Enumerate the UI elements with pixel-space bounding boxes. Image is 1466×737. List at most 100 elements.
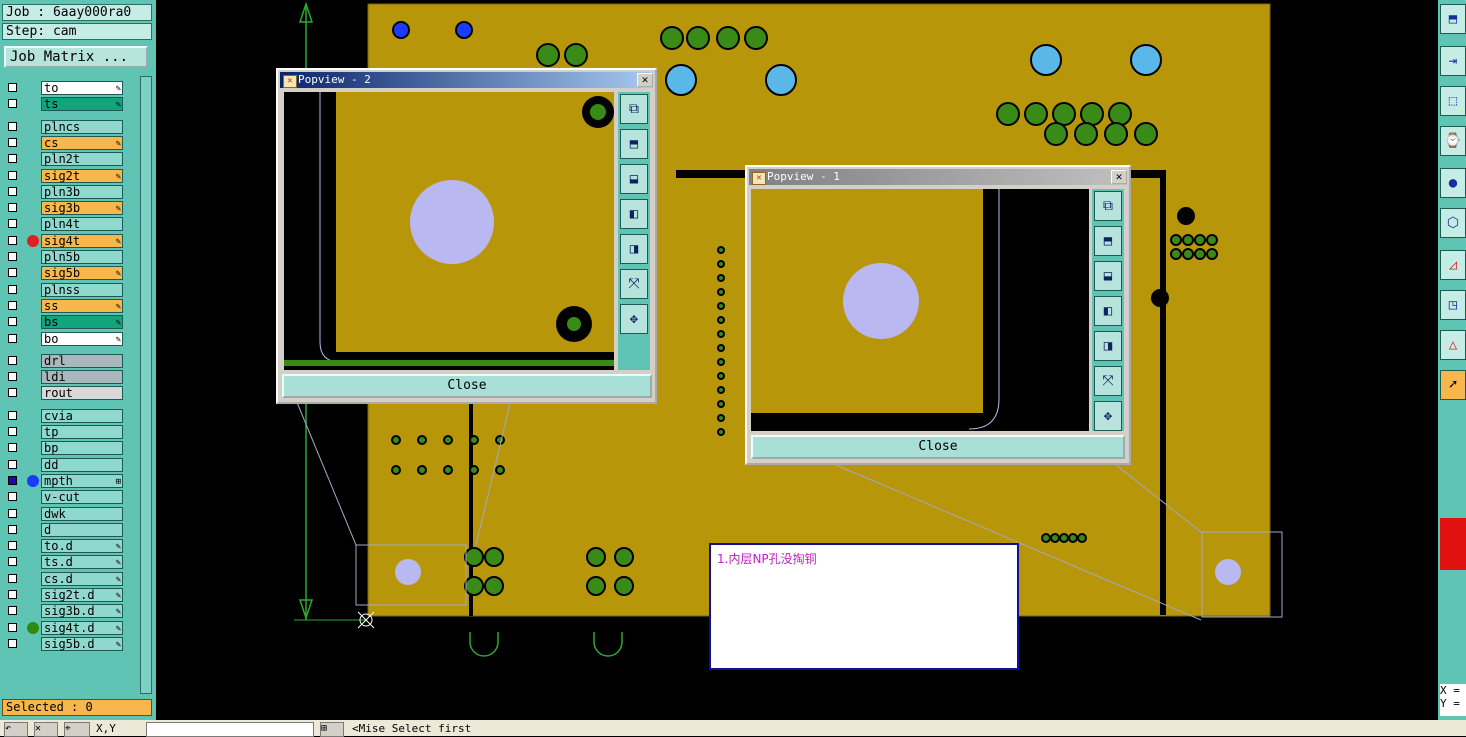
- pan-left-icon[interactable]: ◧: [1094, 296, 1122, 326]
- layer-checkbox[interactable]: [8, 99, 17, 109]
- layer-checkbox[interactable]: [8, 317, 17, 327]
- zoom-window-icon[interactable]: ⧉: [620, 94, 648, 124]
- layer-row-ldi[interactable]: ldi: [3, 369, 140, 385]
- resize-icon[interactable]: ⬚: [1440, 86, 1466, 116]
- layer-row-pln3b[interactable]: pln3b: [3, 184, 140, 200]
- measure-icon[interactable]: ⌚: [1440, 126, 1466, 156]
- undo-icon[interactable]: ↶: [4, 722, 28, 737]
- layer-name[interactable]: sig3b ✎: [41, 201, 123, 216]
- layer-name[interactable]: d: [41, 522, 123, 537]
- layer-row-cs[interactable]: cs ✎: [3, 135, 140, 151]
- layer-row-pln5b[interactable]: pln5b: [3, 249, 140, 265]
- layer-name[interactable]: ts.d ✎: [41, 555, 123, 570]
- pan-up-icon[interactable]: ⬒: [620, 129, 648, 159]
- layer-checkbox[interactable]: [8, 137, 17, 147]
- layer-checkbox[interactable]: [8, 252, 17, 261]
- layer-row-plncs[interactable]: plncs: [3, 119, 140, 135]
- layer-checkbox[interactable]: [8, 508, 17, 518]
- layer-checkbox[interactable]: [8, 186, 17, 196]
- close-icon[interactable]: ✕: [1111, 170, 1127, 184]
- layer-name[interactable]: dd: [41, 457, 123, 472]
- layer-checkbox[interactable]: [8, 388, 17, 398]
- select-arrow-icon[interactable]: ➚: [1440, 370, 1466, 400]
- layer-row-dd[interactable]: dd: [3, 457, 140, 473]
- cancel-icon[interactable]: ✕: [34, 722, 58, 737]
- layer-checkbox[interactable]: [8, 492, 17, 502]
- popview-1-close-button[interactable]: Close: [751, 435, 1125, 459]
- component-icon[interactable]: ◳: [1440, 290, 1466, 320]
- zoom-out-icon[interactable]: ✥: [620, 304, 648, 334]
- layer-checkbox[interactable]: [8, 235, 17, 245]
- layer-name[interactable]: drl: [41, 353, 123, 368]
- pan-right-icon[interactable]: ◨: [620, 234, 648, 264]
- popview-1-viewport[interactable]: [751, 189, 1089, 431]
- layer-name[interactable]: pln5b: [41, 250, 123, 264]
- layer-checkbox[interactable]: [8, 573, 17, 583]
- layer-row-dwk[interactable]: dwk: [3, 506, 140, 522]
- popview-2-titlebar[interactable]: ✕ Popview - 2: [280, 72, 653, 88]
- layer-checkbox[interactable]: [8, 219, 17, 229]
- layer-checkbox[interactable]: [8, 121, 17, 131]
- layer-name[interactable]: pln4t: [41, 217, 123, 232]
- pan-right-icon[interactable]: ◨: [1094, 331, 1122, 361]
- layer-name[interactable]: bo ✎: [41, 331, 123, 346]
- layer-checkbox[interactable]: [8, 410, 17, 420]
- layer-row-tp[interactable]: tp: [3, 424, 140, 440]
- layer-name[interactable]: sig3b.d ✎: [41, 604, 123, 619]
- layer-checkbox[interactable]: [8, 524, 17, 534]
- layer-row-sig2t[interactable]: sig2t ✎: [3, 168, 140, 184]
- layer-row-drl[interactable]: drl: [3, 353, 140, 369]
- window-icon[interactable]: ⬒: [1440, 4, 1466, 34]
- pan-down-icon[interactable]: ⬓: [620, 164, 648, 194]
- popview-2-viewport[interactable]: [284, 92, 614, 370]
- pad-icon[interactable]: ●: [1440, 168, 1466, 198]
- pan-up-icon[interactable]: ⬒: [1094, 226, 1122, 256]
- layer-name[interactable]: pln3b: [41, 184, 123, 199]
- layer-checkbox[interactable]: [8, 427, 17, 436]
- zoom-in-icon[interactable]: ⤧: [620, 269, 648, 299]
- layer-checkbox[interactable]: [8, 170, 17, 180]
- zoom-out-icon[interactable]: ✥: [1094, 401, 1122, 431]
- layer-name[interactable]: plncs: [41, 119, 123, 134]
- layer-checkbox[interactable]: [8, 541, 17, 551]
- zoom-window-icon[interactable]: ⧉: [1094, 191, 1122, 221]
- layer-name[interactable]: bp: [41, 441, 123, 456]
- popview-1-titlebar[interactable]: ✕ Popview - 1: [749, 169, 1127, 185]
- layer-name[interactable]: to ✎: [41, 81, 123, 95]
- triangle-icon[interactable]: △: [1440, 330, 1466, 360]
- layer-checkbox[interactable]: [8, 300, 17, 310]
- layer-row-sig5b.d[interactable]: sig5b.d ✎: [3, 636, 140, 652]
- layer-checkbox[interactable]: [8, 638, 17, 648]
- zoom-in-icon[interactable]: ⤧: [1094, 366, 1122, 396]
- layer-checkbox[interactable]: [8, 333, 17, 343]
- popview-2-close-button[interactable]: Close: [282, 374, 652, 398]
- layer-name[interactable]: rout: [41, 386, 123, 401]
- layer-name[interactable]: sig5b ✎: [41, 266, 123, 281]
- layer-row-sig4t.d[interactable]: sig4t.d ✎: [3, 620, 140, 636]
- layer-checkbox[interactable]: [8, 355, 17, 365]
- layer-list-scrollbar[interactable]: [140, 76, 152, 694]
- layer-checkbox[interactable]: [8, 606, 17, 616]
- layer-checkbox[interactable]: [8, 459, 17, 469]
- pan-down-icon[interactable]: ⬓: [1094, 261, 1122, 291]
- layer-row-bo[interactable]: bo ✎: [3, 331, 140, 347]
- layer-checkbox[interactable]: [8, 557, 17, 567]
- layer-name[interactable]: to.d ✎: [41, 539, 123, 554]
- layer-row-to[interactable]: to ✎: [3, 80, 140, 96]
- layer-name[interactable]: sig4t ✎: [41, 233, 123, 248]
- layer-name[interactable]: plnss: [41, 282, 123, 297]
- layer-name[interactable]: ss ✎: [41, 298, 123, 313]
- layer-checkbox[interactable]: [8, 443, 17, 453]
- layer-name[interactable]: cs.d ✎: [41, 571, 123, 586]
- layer-name[interactable]: dwk: [41, 506, 123, 521]
- layer-name[interactable]: cs ✎: [41, 135, 123, 150]
- layer-row-bp[interactable]: bp: [3, 440, 140, 456]
- snap-icon[interactable]: ⌖: [64, 722, 90, 737]
- layer-row-v-cut[interactable]: v-cut: [3, 489, 140, 505]
- layer-row-plnss[interactable]: plnss: [3, 282, 140, 298]
- layer-row-bs[interactable]: bs ✎: [3, 314, 140, 330]
- layer-row-sig4t[interactable]: sig4t ✎: [3, 233, 140, 249]
- layer-row-sig5b[interactable]: sig5b ✎: [3, 265, 140, 281]
- pan-left-icon[interactable]: ◧: [620, 199, 648, 229]
- coordinate-input[interactable]: [146, 722, 314, 737]
